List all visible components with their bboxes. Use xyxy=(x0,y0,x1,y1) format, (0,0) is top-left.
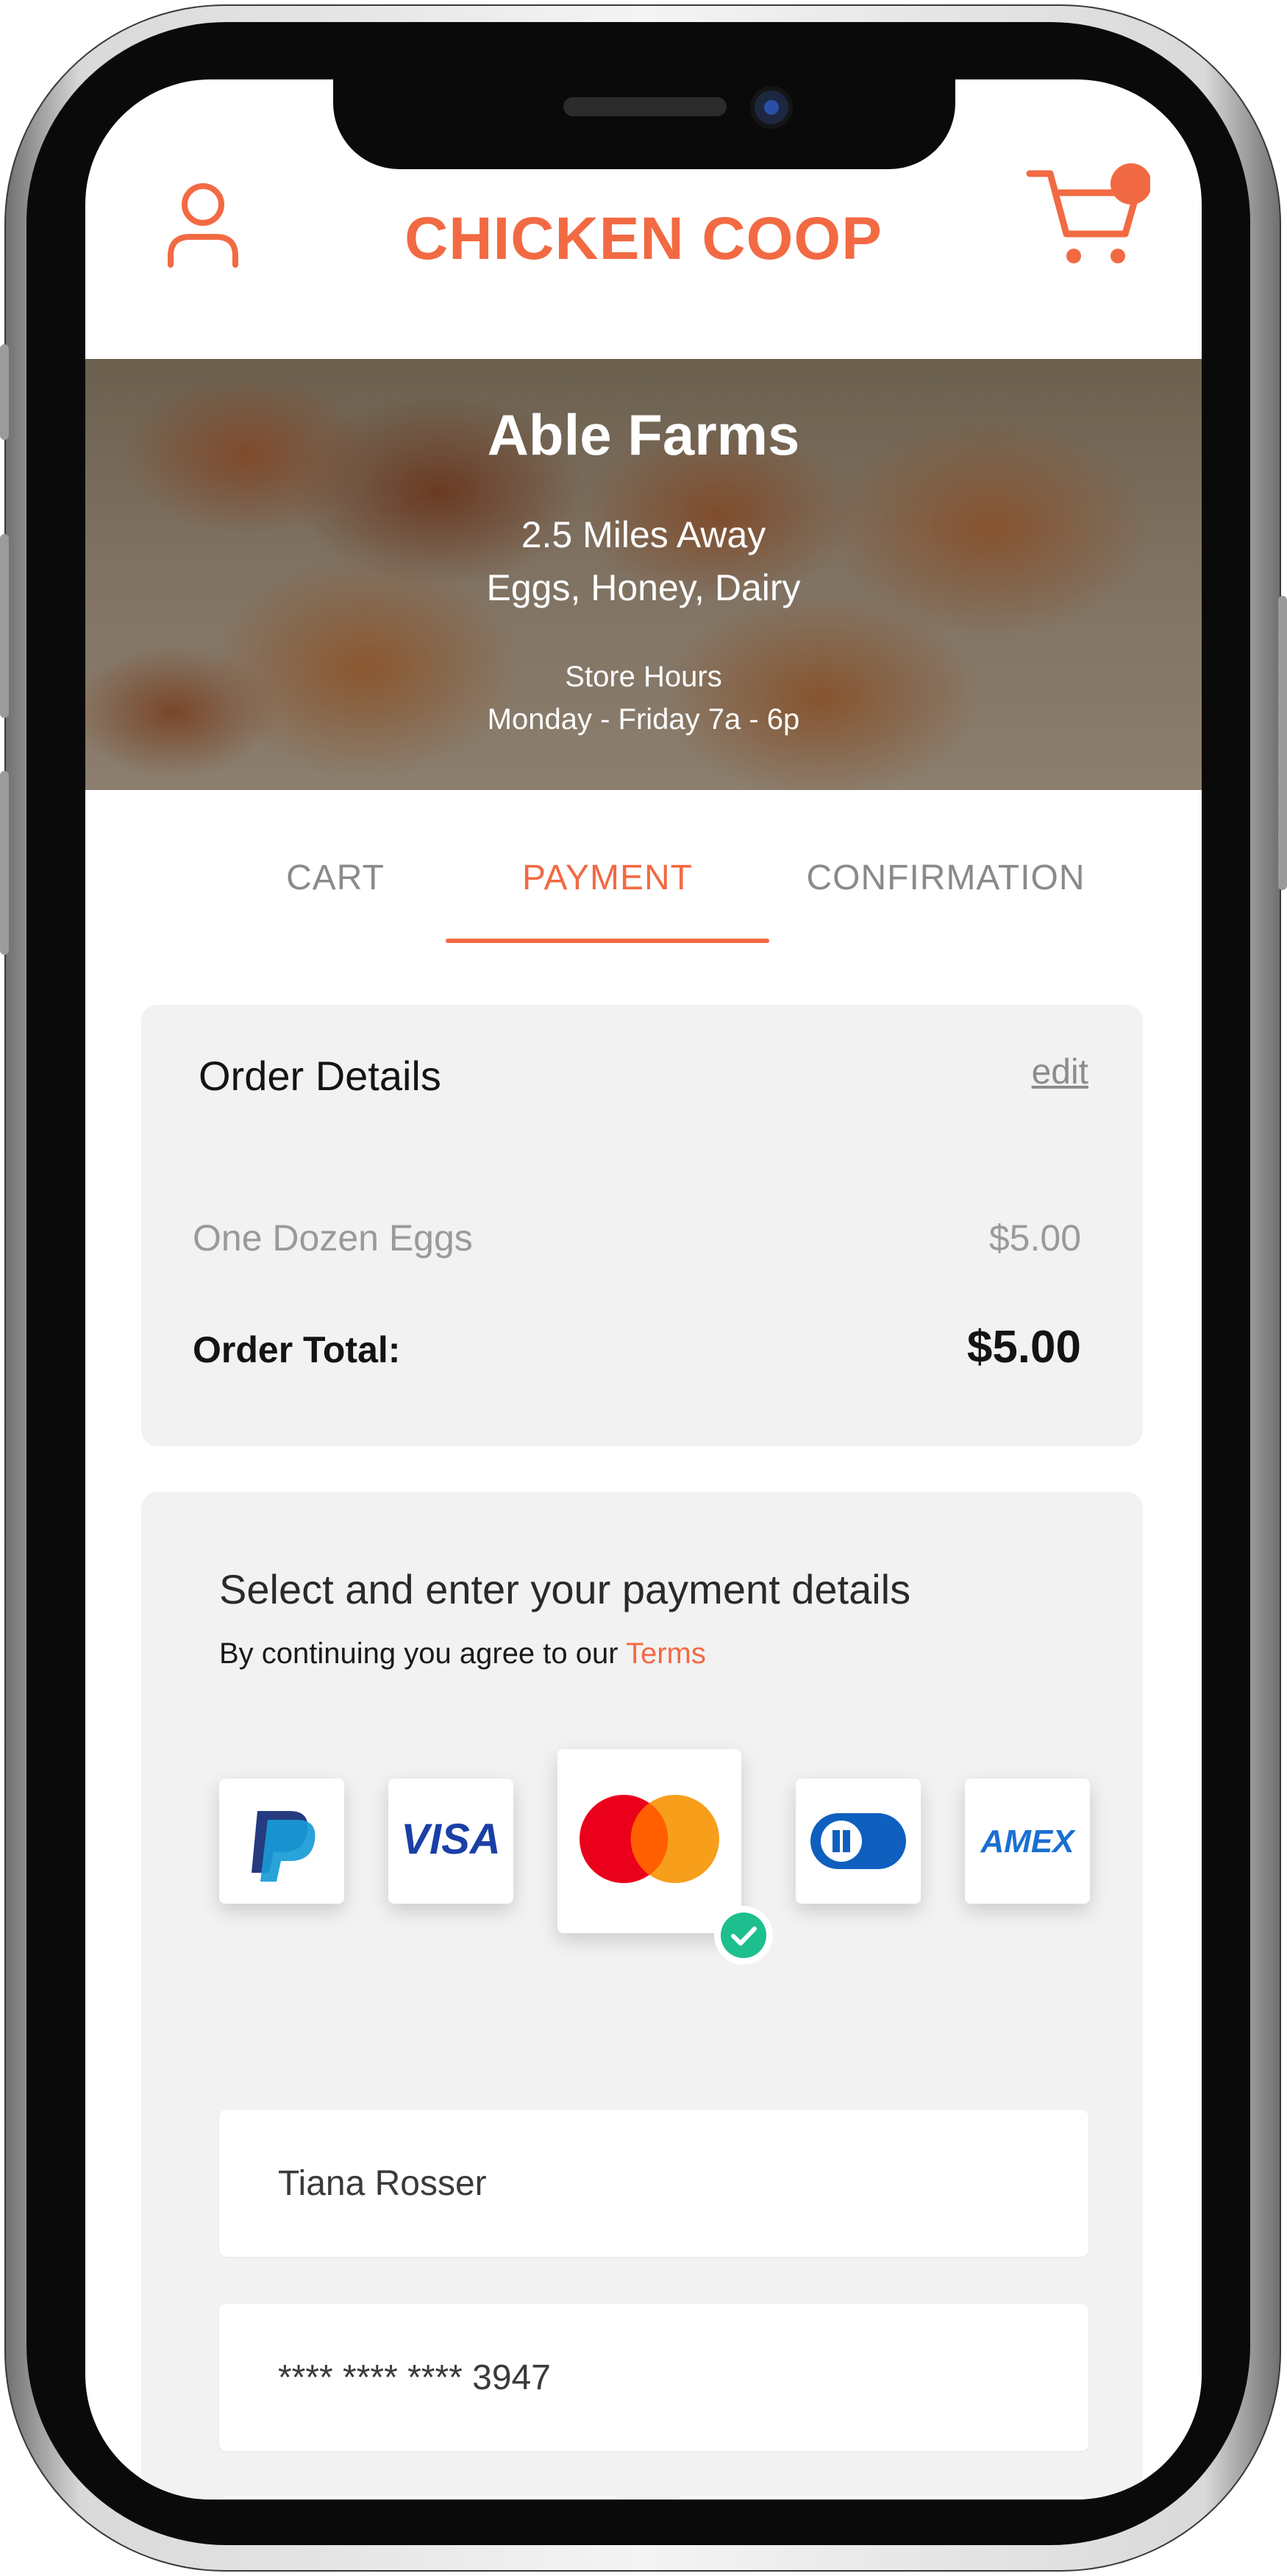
farm-products: Eggs, Honey, Dairy xyxy=(486,567,801,608)
payment-heading: Select and enter your payment details xyxy=(219,1566,911,1612)
tab-payment[interactable]: PAYMENT xyxy=(446,858,769,898)
tab-cart[interactable]: CART xyxy=(225,858,446,898)
payment-method-visa[interactable]: VISA xyxy=(388,1779,513,1904)
payment-method-amex[interactable]: AMEX xyxy=(965,1779,1090,1904)
amex-icon: AMEX xyxy=(980,1824,1076,1860)
farm-name: Able Farms xyxy=(487,402,800,467)
expiry-month-select[interactable]: 05 xyxy=(219,2497,621,2499)
edit-order-link[interactable]: edit xyxy=(1032,1052,1088,1092)
terms-link[interactable]: Terms xyxy=(626,1637,706,1670)
cardholder-name-field[interactable] xyxy=(219,2110,1088,2257)
payment-details-card: Select and enter your payment details By… xyxy=(141,1492,1143,2499)
cart-badge xyxy=(1110,163,1150,204)
power-button xyxy=(1278,596,1287,890)
cart-icon[interactable] xyxy=(1025,160,1150,271)
order-total-label: Order Total: xyxy=(193,1329,401,1370)
card-number-field[interactable] xyxy=(219,2304,1088,2451)
expiry-year-select[interactable]: 2023 xyxy=(675,2497,1088,2499)
paypal-icon xyxy=(252,1811,315,1882)
amex-wordmark: AMEX xyxy=(980,1824,1076,1860)
tab-confirmation[interactable]: CONFIRMATION xyxy=(769,858,1122,898)
visa-wordmark: VISA xyxy=(401,1815,500,1863)
terms-prefix: By continuing you agree to our xyxy=(219,1637,626,1670)
cardholder-name-input[interactable] xyxy=(278,2110,940,2257)
card-number-input[interactable] xyxy=(278,2304,940,2451)
mute-switch xyxy=(0,344,9,440)
notch xyxy=(333,79,955,169)
store-hours-value: Monday - Friday 7a - 6p xyxy=(487,703,800,736)
order-item-name: One Dozen Eggs xyxy=(193,1217,473,1259)
visa-icon: VISA xyxy=(401,1815,500,1863)
speaker-grille xyxy=(563,97,727,116)
order-item-price: $5.00 xyxy=(988,1217,1081,1259)
active-tab-indicator xyxy=(446,939,769,943)
order-total-value: $5.00 xyxy=(966,1322,1081,1373)
store-hours-label: Store Hours xyxy=(565,661,722,693)
order-details-card: Order Details edit One Dozen Eggs $5.00 … xyxy=(141,1005,1143,1446)
farm-hero-banner: Able Farms 2.5 Miles Away Eggs, Honey, D… xyxy=(85,359,1202,790)
volume-up-button xyxy=(0,534,9,718)
front-camera xyxy=(755,90,788,124)
app-screen: CHICKEN COOP Able Farms 2.5 Miles Away E… xyxy=(85,79,1202,2499)
terms-notice: By continuing you agree to our Terms xyxy=(219,1637,706,1671)
diners-club-icon xyxy=(810,1813,906,1869)
farm-distance: 2.5 Miles Away xyxy=(521,514,766,555)
payment-method-diners-club[interactable] xyxy=(796,1779,921,1904)
selected-check-icon xyxy=(714,1906,773,1965)
volume-down-button xyxy=(0,771,9,955)
payment-method-paypal[interactable] xyxy=(219,1779,344,1904)
order-details-title: Order Details xyxy=(199,1053,441,1099)
